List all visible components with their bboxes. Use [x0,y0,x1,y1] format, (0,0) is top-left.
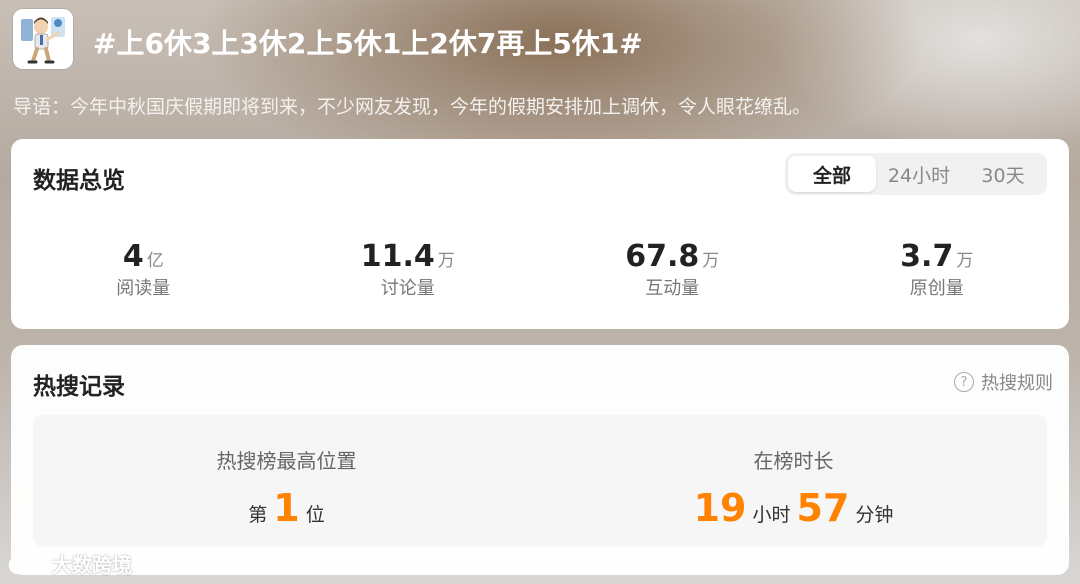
stat-value: 3.7 [900,239,954,274]
peak-prefix: 第 [248,504,268,526]
duration-hours-unit: 小时 [752,504,791,526]
hot-search-record-card: 热搜记录 ? 热搜规则 热搜榜最高位置 第 1 位 在榜时长 19 小时 57 … [11,345,1069,575]
watermark: 大数跨境 [8,549,132,578]
cartoon-person-avatar-icon [13,9,73,69]
rules-label: 热搜规则 [981,373,1053,394]
on-list-duration: 在榜时长 19 小时 57 分钟 [540,415,1047,547]
stat-label: 讨论量 [380,278,435,299]
hot-search-rules-link[interactable]: ? 热搜规则 [954,369,1053,395]
duration-label: 在榜时长 [753,449,834,473]
tab-all[interactable]: 全部 [788,156,876,192]
stats-row: 4 亿 阅读量 11.4 万 讨论量 67.8 万 互动量 3.7 万 原创量 [11,239,1069,300]
topic-intro: 导语：今年中秋国庆假期即将到来，不少网友发现，今年的假期安排加上调休，令人眼花缭… [13,96,812,118]
hot-record-title: 热搜记录 [33,374,125,400]
duration-hours: 19 [693,486,747,530]
stat-unit: 万 [437,251,455,271]
hot-record-panel: 热搜榜最高位置 第 1 位 在榜时长 19 小时 57 分钟 [33,415,1047,547]
data-overview-card: 数据总览 全部 24小时 30天 4 亿 阅读量 11.4 万 讨论量 67.8… [11,139,1069,329]
watermark-text: 大数跨境 [52,553,132,577]
stat-unit: 亿 [146,251,164,271]
brand-logo-icon [8,553,45,574]
stat-interactions: 67.8 万 互动量 [540,239,805,300]
stat-value: 11.4 [360,239,435,274]
time-range-tabs: 全部 24小时 30天 [785,153,1047,195]
stat-value: 4 [122,239,144,274]
tab-30d[interactable]: 30天 [962,156,1044,192]
stat-value: 67.8 [625,239,700,274]
duration-minutes-unit: 分钟 [855,504,894,526]
peak-position: 热搜榜最高位置 第 1 位 [33,415,540,547]
peak-label: 热搜榜最高位置 [216,449,357,473]
stat-reads: 4 亿 阅读量 [11,239,276,300]
stat-discussions: 11.4 万 讨论量 [276,239,541,300]
peak-suffix: 位 [305,504,325,526]
topic-avatar[interactable] [13,9,73,69]
question-circle-icon: ? [954,372,974,392]
stat-label: 阅读量 [116,278,171,299]
tab-24h[interactable]: 24小时 [876,156,962,192]
stat-label: 原创量 [909,278,964,299]
stat-unit: 万 [702,251,720,271]
stat-unit: 万 [956,251,974,271]
duration-minutes: 57 [796,486,850,530]
peak-value: 1 [273,486,300,530]
overview-title: 数据总览 [33,168,125,194]
stat-originals: 3.7 万 原创量 [805,239,1070,300]
stat-label: 互动量 [645,278,700,299]
topic-title: #上6休3上3休2上5休1上2休7再上5休1# [93,27,643,60]
